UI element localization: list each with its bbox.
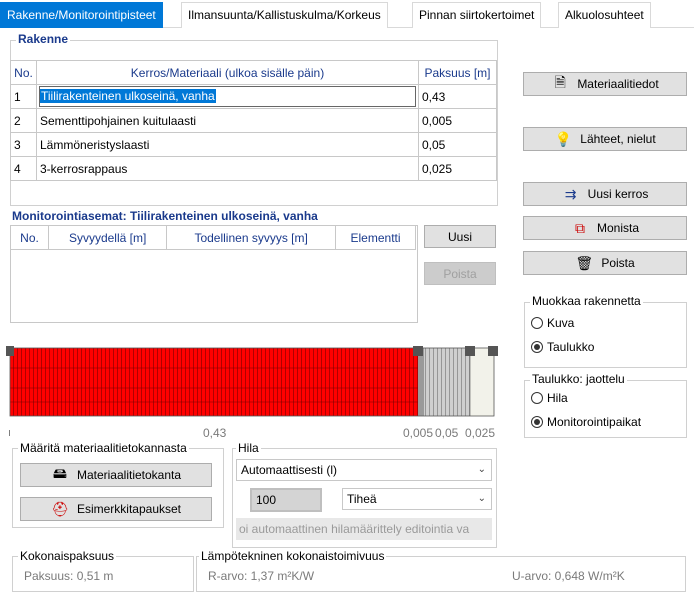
delete-layer-label: Poista bbox=[601, 256, 635, 270]
row-material[interactable]: Lämmöneristyslaasti bbox=[36, 132, 419, 157]
radio-kuva[interactable]: Kuva bbox=[531, 316, 574, 330]
label-layer-1: 0,43 bbox=[203, 426, 227, 440]
row-material[interactable]: Tiilirakenteinen ulkoseinä, vanha bbox=[36, 84, 419, 109]
r-value: R-arvo: 1,37 m²K/W bbox=[208, 569, 315, 583]
material-db-title: Määritä materiaalitietokannasta bbox=[18, 441, 189, 455]
label-layer-2: 0,005 bbox=[403, 426, 434, 440]
examples-button[interactable]: ⛑ Esimerkkitapaukset bbox=[20, 497, 212, 521]
materials-label: Materiaalitiedot bbox=[577, 77, 659, 91]
copy-icon: ⧉ bbox=[574, 219, 585, 236]
col-thickness: Paksuus [m] bbox=[418, 60, 497, 85]
grid-mode-select[interactable]: Automaattisesti (l) ⌄ bbox=[236, 459, 492, 481]
layer-table: No. Kerros/Materiaali (ulkoa sisälle päi… bbox=[10, 60, 497, 181]
thermal-title: Lämpötekninen kokonaistoimivuus bbox=[199, 549, 387, 563]
row-no: 2 bbox=[10, 108, 37, 133]
duplicate-label: Monista bbox=[596, 221, 640, 235]
thickness-title: Kokonaispaksuus bbox=[18, 549, 117, 563]
table-row[interactable]: 2 Sementtipohjainen kuitulaasti 0,005 bbox=[10, 108, 497, 133]
grid-title: Hila bbox=[236, 441, 261, 455]
mcol-element: Elementti bbox=[335, 225, 416, 250]
row-material[interactable]: Sementtipohjainen kuitulaasti bbox=[36, 108, 419, 133]
trash-icon: 🗑 bbox=[575, 254, 594, 271]
tab-bar: Rakenne/Monitorointipisteet Ilmansuunta/… bbox=[0, 0, 694, 28]
radio-taulukko[interactable]: Taulukko bbox=[531, 340, 594, 354]
row-no: 1 bbox=[10, 84, 37, 109]
row-no: 3 bbox=[10, 132, 37, 157]
chevron-down-icon: ⌄ bbox=[477, 464, 486, 475]
database-icon: 🖴 bbox=[52, 465, 68, 481]
rakenne-title: Rakenne bbox=[16, 32, 71, 46]
new-monitor-button[interactable]: Uusi bbox=[424, 225, 496, 248]
edit-structure-title: Muokkaa rakennetta bbox=[530, 294, 643, 308]
monitoring-list[interactable]: No. Syvyydellä [m] Todellinen syvyys [m]… bbox=[10, 225, 418, 323]
delete-layer-button[interactable]: 🗑 Poista bbox=[523, 251, 687, 275]
chevron-down-icon: ⌄ bbox=[477, 493, 486, 504]
new-layer-label: Uusi kerros bbox=[587, 187, 649, 201]
row-no: 4 bbox=[10, 156, 37, 181]
mcol-depth: Syvyydellä [m] bbox=[47, 225, 168, 250]
row-thickness[interactable]: 0,05 bbox=[418, 132, 497, 157]
material-db-button[interactable]: 🖴 Materiaalitietokanta bbox=[20, 463, 212, 487]
duplicate-button[interactable]: ⧉ Monista bbox=[523, 216, 687, 240]
radio-monitorointipaikat[interactable]: Monitorointipaikat bbox=[531, 415, 641, 429]
label-layer-4: 0,025 bbox=[465, 426, 496, 440]
table-row[interactable]: 1 Tiilirakenteinen ulkoseinä, vanha 0,43 bbox=[10, 84, 497, 109]
tab-ilmansuunta[interactable]: Ilmansuunta/Kallistuskulma/Korkeus bbox=[181, 2, 388, 28]
thickness-value: Paksuus: 0,51 m bbox=[24, 569, 114, 583]
row-material[interactable]: 3-kerrosrappaus bbox=[36, 156, 419, 181]
tab-alkuolosuhteet[interactable]: Alkuolosuhteet bbox=[558, 2, 651, 28]
table-row[interactable]: 4 3-kerrosrappaus 0,025 bbox=[10, 156, 497, 181]
monitoring-title: Monitorointiasemat: Tiilirakenteinen ulk… bbox=[12, 209, 318, 223]
row-thickness[interactable]: 0,025 bbox=[418, 156, 497, 181]
radio-hila[interactable]: Hila bbox=[531, 391, 568, 405]
add-layer-icon: ⇉ bbox=[564, 185, 577, 202]
new-layer-button[interactable]: ⇉ Uusi kerros bbox=[523, 182, 687, 206]
mcol-no: No. bbox=[10, 225, 49, 250]
sources-button[interactable]: 💡 Lähteet, nielut bbox=[523, 127, 687, 151]
row-thickness[interactable]: 0,005 bbox=[418, 108, 497, 133]
tab-rakenne[interactable]: Rakenne/Monitorointipisteet bbox=[0, 2, 163, 28]
table-division-title: Taulukko: jaottelu bbox=[530, 372, 627, 386]
examples-label: Esimerkkitapaukset bbox=[76, 502, 182, 516]
document-icon: 🗎 bbox=[554, 74, 566, 90]
edit-structure-group bbox=[524, 302, 687, 368]
row-material-text: Tiilirakenteinen ulkoseinä, vanha bbox=[40, 89, 216, 103]
label-layer-3: 0,05 bbox=[435, 426, 459, 440]
grid-count-input[interactable]: 100 bbox=[250, 488, 322, 512]
delete-monitor-button[interactable]: Poista bbox=[424, 262, 496, 285]
material-db-label: Materiaalitietokanta bbox=[76, 468, 182, 482]
layer-render[interactable] bbox=[470, 348, 494, 416]
layer-mortar[interactable] bbox=[418, 348, 424, 416]
row-thickness[interactable]: 0,43 bbox=[418, 84, 497, 109]
table-row[interactable]: 3 Lämmöneristyslaasti 0,05 bbox=[10, 132, 497, 157]
col-no: No. bbox=[10, 60, 37, 85]
grid-density-select[interactable]: Tiheä ⌄ bbox=[342, 488, 492, 510]
tab-siirtokertoimet[interactable]: Pinnan siirtokertoimet bbox=[412, 2, 542, 28]
lightbulb-icon: 💡 bbox=[554, 130, 573, 147]
sources-label: Lähteet, nielut bbox=[580, 132, 656, 146]
grid-info-text: oi automaattinen hilamäärittely editoint… bbox=[236, 518, 492, 540]
table-division-group bbox=[524, 380, 687, 438]
u-value: U-arvo: 0,648 W/m²K bbox=[512, 569, 625, 583]
col-material: Kerros/Materiaali (ulkoa sisälle päin) bbox=[36, 60, 419, 85]
materials-button[interactable]: 🗎 Materiaalitiedot bbox=[523, 72, 687, 96]
examples-icon: ⛑ bbox=[51, 500, 69, 517]
structure-diagram[interactable] bbox=[6, 340, 500, 424]
mcol-actual: Todellinen syvyys [m] bbox=[166, 225, 337, 250]
